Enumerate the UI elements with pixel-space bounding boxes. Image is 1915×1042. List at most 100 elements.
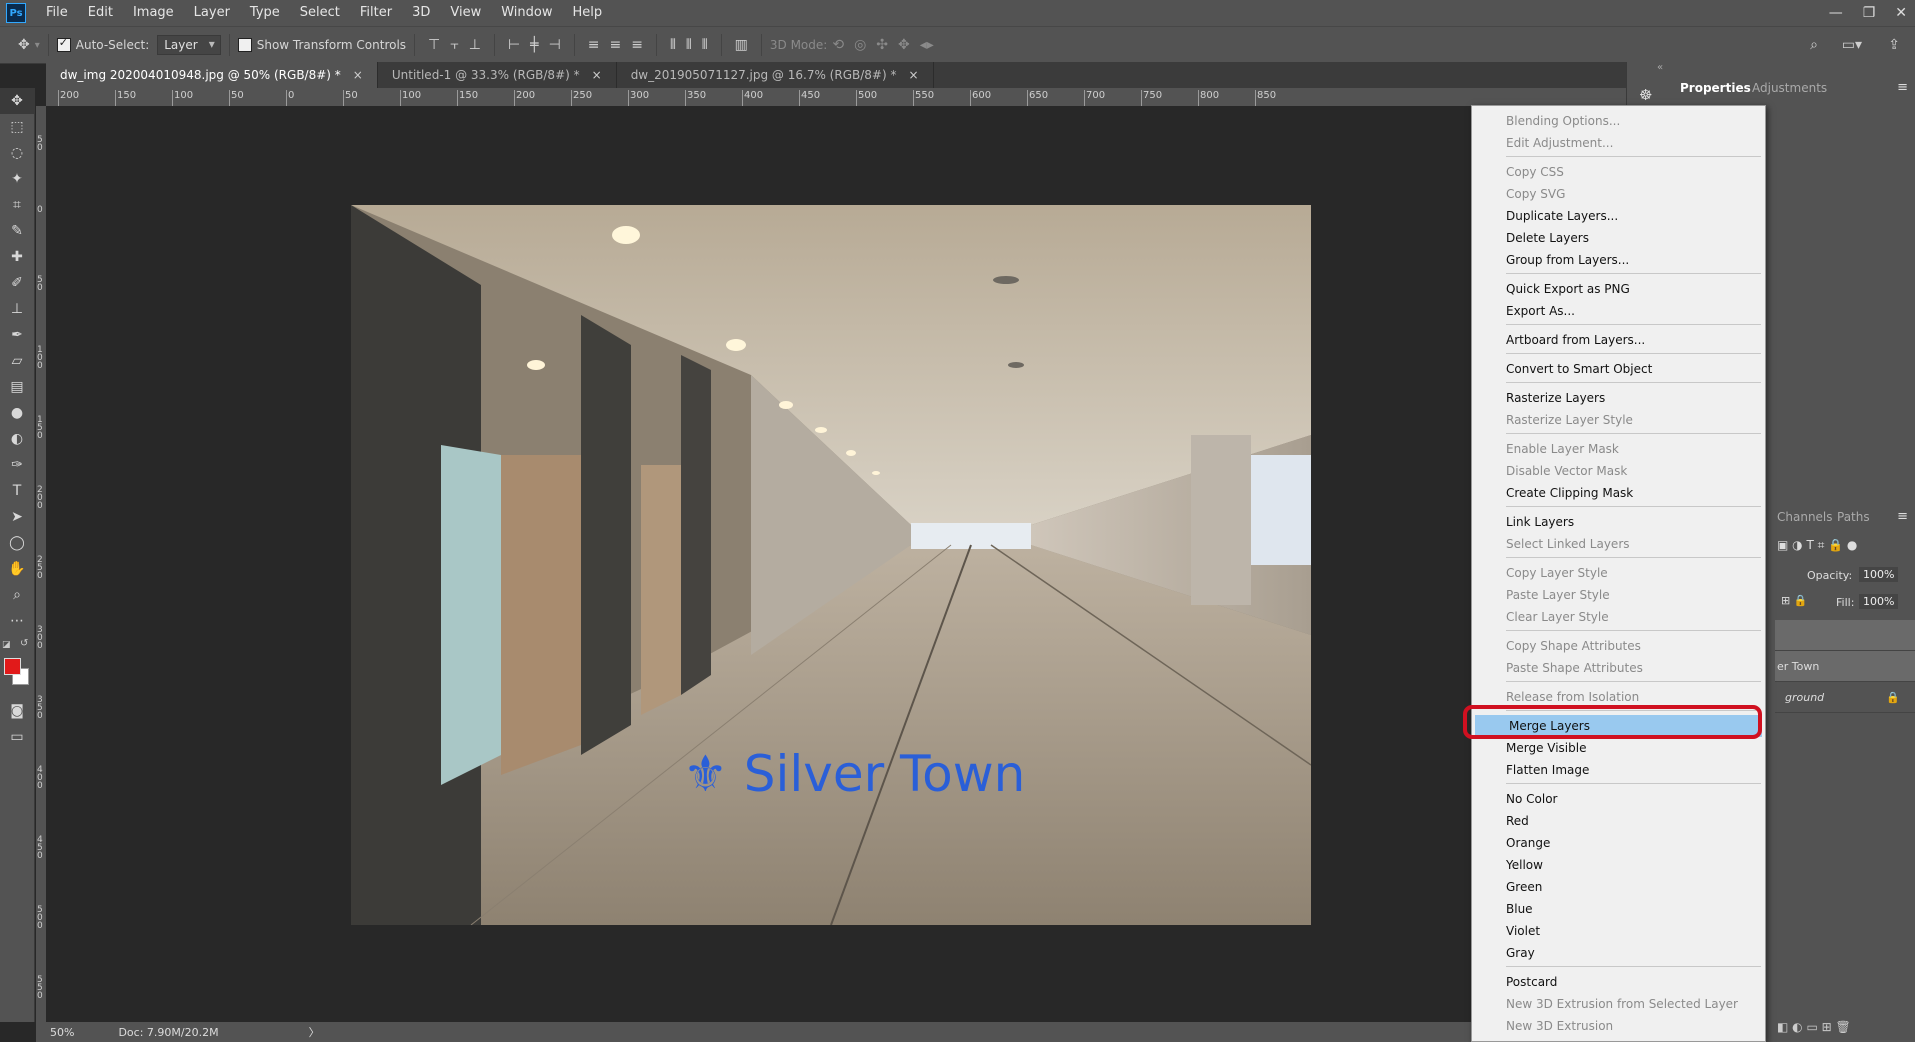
- distribute-left-icon[interactable]: ⫴: [670, 37, 676, 53]
- align-right-icon[interactable]: ⊣: [549, 37, 561, 53]
- pen-tool-icon[interactable]: ✑: [0, 452, 34, 478]
- swap-colors-icon[interactable]: ↺: [20, 638, 28, 649]
- blur-tool-icon[interactable]: ●: [0, 400, 34, 426]
- document-tab[interactable]: Untitled-1 @ 33.3% (RGB/8#) * ×: [378, 62, 617, 88]
- document-tab[interactable]: dw_201905071127.jpg @ 16.7% (RGB/8#) * ×: [617, 62, 934, 88]
- slide-3d-icon[interactable]: ✥: [898, 37, 910, 53]
- layer-actions-icons[interactable]: ◧ ◐ ▭ ⊞ 🗑: [1777, 1020, 1851, 1034]
- menu-help[interactable]: Help: [563, 0, 613, 26]
- quick-mask-icon[interactable]: ◙: [0, 698, 34, 724]
- chevron-right-icon[interactable]: 〉: [309, 1024, 320, 1040]
- hand-tool-icon[interactable]: ✋: [0, 556, 34, 582]
- distribute-right-icon[interactable]: ⫴: [702, 37, 708, 53]
- menu-item-violet[interactable]: Violet: [1472, 920, 1765, 942]
- tab-channels[interactable]: Channels: [1777, 510, 1833, 524]
- align-left-icon[interactable]: ⊢: [508, 37, 520, 53]
- close-icon[interactable]: ×: [908, 68, 918, 82]
- tab-properties[interactable]: Properties: [1680, 81, 1751, 95]
- share-icon[interactable]: ⇪: [1888, 37, 1900, 53]
- more-tools-icon[interactable]: ⋯: [0, 608, 34, 634]
- distribute-hcenter-icon[interactable]: ⫴: [686, 37, 692, 53]
- menu-item-flatten-image[interactable]: Flatten Image: [1472, 759, 1765, 781]
- chevron-down-icon[interactable]: ▾: [35, 40, 40, 51]
- menu-item-group-from-layers[interactable]: Group from Layers...: [1472, 249, 1765, 271]
- menu-edit[interactable]: Edit: [78, 0, 123, 26]
- shape-tool-icon[interactable]: ◯: [0, 530, 34, 556]
- opacity-field[interactable]: 100%: [1859, 567, 1899, 582]
- menu-item-create-clipping-mask[interactable]: Create Clipping Mask: [1472, 482, 1765, 504]
- menu-item-green[interactable]: Green: [1472, 876, 1765, 898]
- workspace-icon[interactable]: ▭▾: [1842, 37, 1862, 53]
- align-bottom-icon[interactable]: ⊥: [469, 37, 481, 53]
- auto-select-dropdown[interactable]: Layer: [157, 35, 221, 55]
- document-tab[interactable]: dw_img 202004010948.jpg @ 50% (RGB/8#) *…: [46, 62, 378, 88]
- align-vcenter-icon[interactable]: ⫟: [450, 37, 458, 53]
- layer-row-background[interactable]: ground 🔒: [1775, 682, 1915, 713]
- tab-paths[interactable]: Paths: [1837, 510, 1870, 524]
- auto-align-icon[interactable]: ▥: [735, 37, 748, 53]
- menu-filter[interactable]: Filter: [350, 0, 402, 26]
- document-image[interactable]: [351, 205, 1311, 925]
- menu-item-orange[interactable]: Orange: [1472, 832, 1765, 854]
- brush-tool-icon[interactable]: ✐: [0, 270, 34, 296]
- layer-filter-icons[interactable]: ▣ ◑ T ⌗ 🔒 ●: [1777, 538, 1857, 553]
- gradient-tool-icon[interactable]: ▤: [0, 374, 34, 400]
- type-tool-icon[interactable]: T: [0, 478, 34, 504]
- distribute-bottom-icon[interactable]: ≡: [631, 37, 643, 53]
- fill-field[interactable]: 100%: [1859, 594, 1899, 609]
- menu-item-convert-to-smart-object[interactable]: Convert to Smart Object: [1472, 358, 1765, 380]
- move-tool-icon[interactable]: ✥: [0, 88, 34, 114]
- layer-row-selected[interactable]: [1775, 620, 1915, 651]
- layer-row-text[interactable]: er Town: [1775, 651, 1915, 682]
- distribute-vcenter-icon[interactable]: ≡: [610, 37, 622, 53]
- restore-icon[interactable]: ❐: [1863, 5, 1876, 21]
- zoom-tool-icon[interactable]: ⌕: [0, 582, 34, 608]
- menu-item-yellow[interactable]: Yellow: [1472, 854, 1765, 876]
- roll-3d-icon[interactable]: ◎: [854, 37, 866, 53]
- menu-item-merge-visible[interactable]: Merge Visible: [1472, 737, 1765, 759]
- lasso-tool-icon[interactable]: ◌: [0, 140, 34, 166]
- eraser-tool-icon[interactable]: ▱: [0, 348, 34, 374]
- menu-item-export-as[interactable]: Export As...: [1472, 300, 1765, 322]
- align-top-icon[interactable]: ⊤: [428, 37, 440, 53]
- menu-item-red[interactable]: Red: [1472, 810, 1765, 832]
- distribute-top-icon[interactable]: ≡: [588, 37, 600, 53]
- marquee-tool-icon[interactable]: ⬚: [0, 114, 34, 140]
- show-transform-checkbox[interactable]: [237, 38, 252, 52]
- menu-item-delete-layers[interactable]: Delete Layers: [1472, 227, 1765, 249]
- pan-3d-icon[interactable]: ✣: [876, 37, 888, 53]
- scale-3d-icon[interactable]: ◂▸: [920, 37, 934, 53]
- zoom-level[interactable]: 50%: [50, 1026, 74, 1039]
- align-hcenter-icon[interactable]: ╪: [530, 37, 538, 53]
- healing-brush-tool-icon[interactable]: ✚: [0, 244, 34, 270]
- eyedropper-tool-icon[interactable]: ✎: [0, 218, 34, 244]
- layers-menu-icon[interactable]: ≡: [1897, 509, 1908, 524]
- orbit-3d-icon[interactable]: ⟲: [832, 37, 844, 53]
- search-icon[interactable]: ⌕: [1810, 37, 1818, 53]
- menu-file[interactable]: File: [36, 0, 78, 26]
- dodge-tool-icon[interactable]: ◐: [0, 426, 34, 452]
- move-tool-preset-icon[interactable]: ✥: [18, 37, 30, 53]
- lock-icons[interactable]: ⊞ 🔒: [1781, 594, 1807, 607]
- default-colors-icon[interactable]: ◪: [2, 640, 11, 650]
- menu-item-link-layers[interactable]: Link Layers: [1472, 511, 1765, 533]
- menu-view[interactable]: View: [440, 0, 491, 26]
- menu-image[interactable]: Image: [123, 0, 184, 26]
- minimize-icon[interactable]: —: [1829, 5, 1843, 21]
- menu-item-blue[interactable]: Blue: [1472, 898, 1765, 920]
- menu-item-rasterize-layers[interactable]: Rasterize Layers: [1472, 387, 1765, 409]
- close-icon[interactable]: ✕: [1895, 5, 1907, 21]
- menu-3d[interactable]: 3D: [402, 0, 440, 26]
- tab-adjustments[interactable]: Adjustments: [1752, 81, 1827, 95]
- menu-item-duplicate-layers[interactable]: Duplicate Layers...: [1472, 205, 1765, 227]
- menu-item-gray[interactable]: Gray: [1472, 942, 1765, 964]
- menu-layer[interactable]: Layer: [184, 0, 240, 26]
- close-icon[interactable]: ×: [592, 68, 602, 82]
- watermark-text-layer[interactable]: ⚜ Silver Town: [683, 745, 1025, 803]
- menu-select[interactable]: Select: [290, 0, 350, 26]
- auto-select-checkbox[interactable]: [56, 36, 71, 52]
- menu-type[interactable]: Type: [240, 0, 290, 26]
- screen-mode-icon[interactable]: ▭: [0, 724, 34, 750]
- crop-tool-icon[interactable]: ⌗: [0, 192, 34, 218]
- menu-item-quick-export-as-png[interactable]: Quick Export as PNG: [1472, 278, 1765, 300]
